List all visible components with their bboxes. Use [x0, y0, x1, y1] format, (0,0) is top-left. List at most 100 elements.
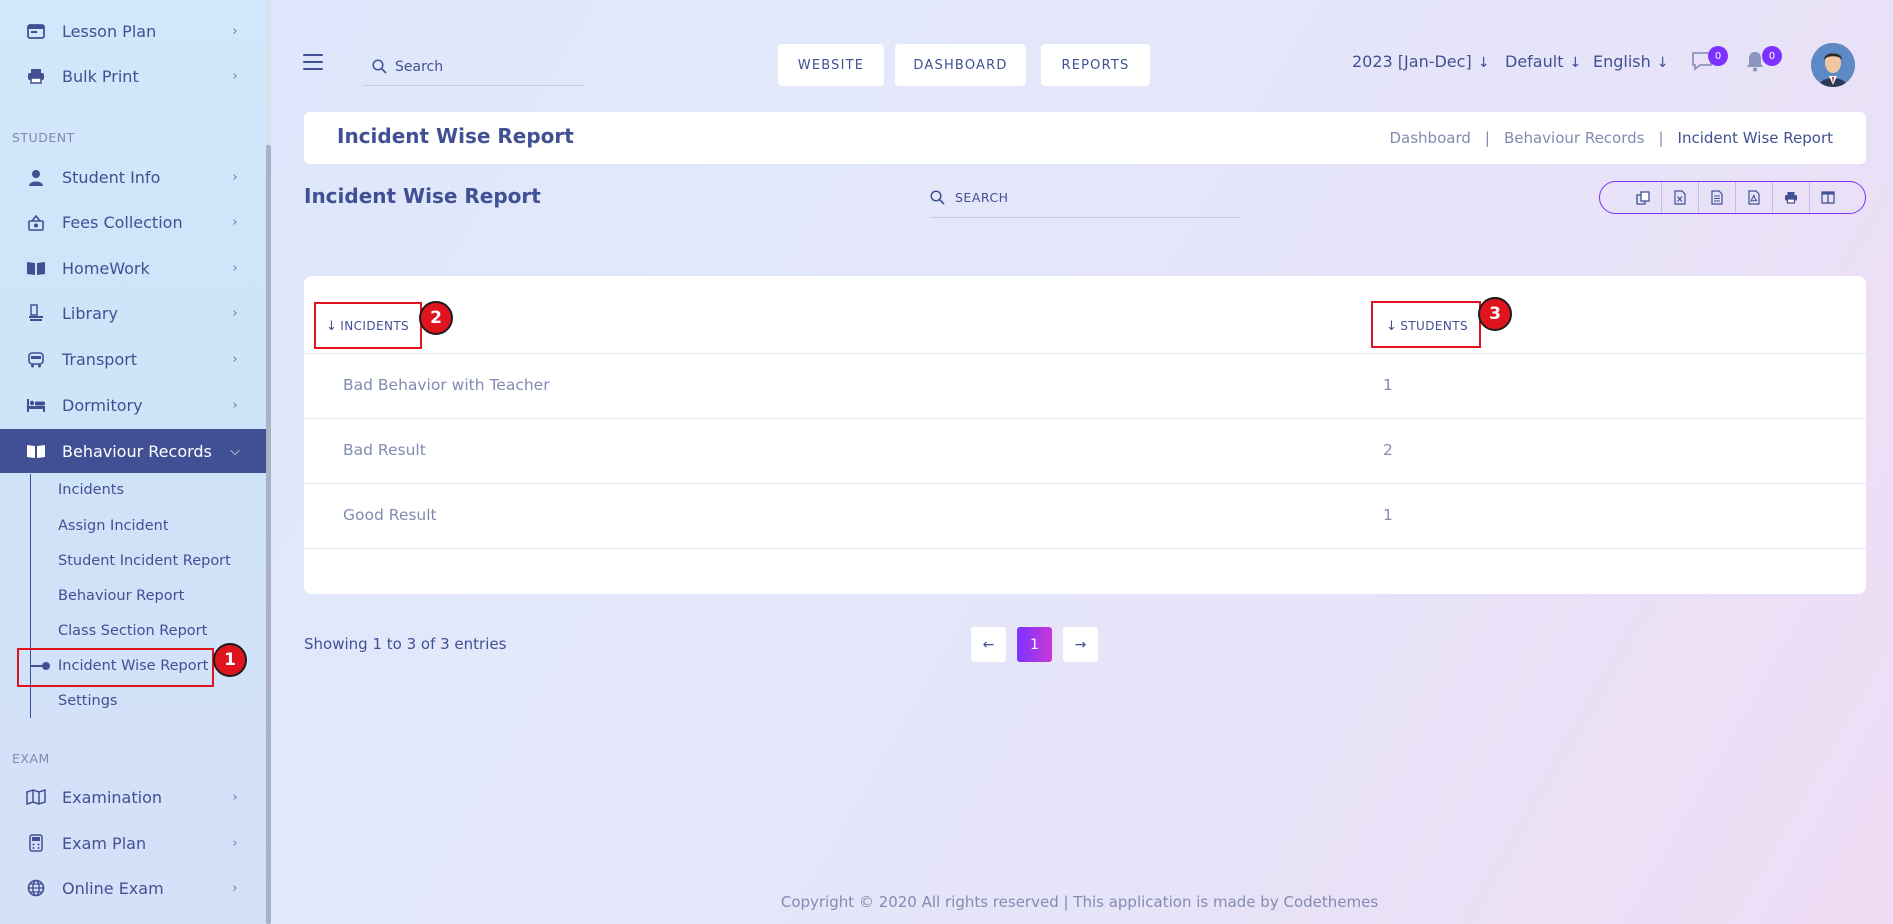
sidebar: Lesson Plan › Bulk Print › STUDENT Stude…: [0, 0, 266, 924]
submenu-item-settings[interactable]: Settings: [58, 693, 117, 709]
dashboard-button[interactable]: DASHBOARD: [895, 44, 1026, 86]
submenu-item-class-section-report[interactable]: Class Section Report: [58, 623, 207, 639]
submenu-item-assign-incident[interactable]: Assign Incident: [58, 518, 169, 534]
page-1-button[interactable]: 1: [1017, 627, 1052, 662]
sidebar-item-homework[interactable]: HomeWork ›: [0, 246, 266, 290]
hamburger-menu-icon[interactable]: [303, 54, 323, 70]
chevron-right-icon: ›: [232, 23, 238, 39]
sidebar-item-label: Student Info: [62, 167, 161, 187]
prev-page-button[interactable]: ←: [971, 627, 1006, 662]
export-button-group: [1599, 181, 1866, 214]
sidebar-item-label: Bulk Print: [62, 66, 139, 86]
sidebar-item-label: Behaviour Records: [62, 441, 212, 461]
csv-button[interactable]: [1698, 182, 1735, 213]
sidebar-item-label: Lesson Plan: [62, 21, 157, 41]
scrollbar-thumb[interactable]: [266, 145, 271, 924]
arrow-down-icon: ↓: [1569, 55, 1582, 71]
calendar-icon: [26, 21, 46, 41]
messages-button[interactable]: 0: [1690, 46, 1728, 76]
breadcrumb-separator: |: [1658, 129, 1664, 147]
page-title-card: Incident Wise Report Dashboard | Behavio…: [304, 112, 1866, 164]
table-search: [930, 178, 1240, 218]
section-label-student: STUDENT: [12, 130, 75, 145]
user-avatar[interactable]: [1811, 43, 1855, 87]
sidebar-item-lesson-plan[interactable]: Lesson Plan ›: [0, 9, 266, 53]
chevron-right-icon: ›: [232, 835, 238, 851]
submenu-tree-line: [30, 474, 31, 718]
printer-icon: [26, 66, 46, 86]
pagination-info: Showing 1 to 3 of 3 entries: [304, 635, 507, 653]
calculator-icon: [26, 833, 46, 853]
sidebar-item-fees-collection[interactable]: Fees Collection ›: [0, 200, 266, 244]
text-file-icon: [1711, 190, 1723, 205]
sidebar-item-label: Transport: [62, 349, 138, 369]
sidebar-item-exam-plan[interactable]: Exam Plan ›: [0, 821, 266, 865]
excel-file-icon: [1674, 190, 1686, 205]
sidebar-item-student-info[interactable]: Student Info ›: [0, 155, 266, 199]
website-button[interactable]: WEBSITE: [778, 44, 884, 86]
column-header-label: STUDENTS: [1400, 319, 1468, 333]
book-open-icon: [26, 441, 46, 461]
behaviour-submenu: Incidents Assign Incident Student Incide…: [0, 474, 266, 722]
section-title: Incident Wise Report: [304, 184, 541, 208]
submenu-item-incident-wise-report[interactable]: Incident Wise Report: [58, 658, 208, 674]
header-search-input[interactable]: [395, 58, 575, 75]
arrow-down-icon: ↓: [1477, 55, 1490, 71]
page-title: Incident Wise Report: [337, 124, 574, 148]
notifications-button[interactable]: 0: [1744, 46, 1782, 76]
copy-button[interactable]: [1624, 182, 1661, 213]
printer-icon: [1785, 192, 1797, 204]
next-page-button[interactable]: →: [1063, 627, 1098, 662]
submenu-item-incidents[interactable]: Incidents: [58, 482, 124, 498]
search-icon: [372, 59, 387, 74]
sidebar-item-dormitory[interactable]: Dormitory ›: [0, 383, 266, 427]
header-search: [362, 48, 584, 86]
sidebar-item-library[interactable]: Library ›: [0, 291, 266, 335]
sidebar-item-behaviour-records[interactable]: Behaviour Records ⌵: [0, 429, 266, 473]
arrow-down-icon: ↓: [1656, 55, 1669, 71]
breadcrumb: Dashboard | Behaviour Records | Incident…: [1389, 129, 1833, 147]
column-header-students[interactable]: ↓ STUDENTS: [1386, 319, 1468, 334]
chevron-right-icon: ›: [232, 351, 238, 367]
library-icon: [26, 303, 46, 323]
cell-students: 1: [1383, 506, 1393, 524]
sidebar-item-examination[interactable]: Examination ›: [0, 775, 266, 819]
sort-arrow-icon: ↓: [1386, 319, 1398, 334]
sidebar-item-label: Library: [62, 303, 118, 323]
sidebar-item-bulk-print[interactable]: Bulk Print ›: [0, 54, 266, 98]
breadcrumb-behaviour-records[interactable]: Behaviour Records: [1504, 129, 1645, 147]
breadcrumb-separator: |: [1484, 129, 1490, 147]
column-header-incidents[interactable]: ↓ INCIDENTS: [326, 319, 409, 334]
sidebar-item-label: HomeWork: [62, 258, 150, 278]
columns-icon: [1821, 191, 1835, 204]
sidebar-scrollbar[interactable]: [266, 0, 271, 924]
incident-table: ↓ INCIDENTS ↓ STUDENTS Bad Behavior with T…: [304, 276, 1866, 594]
table-search-input[interactable]: [955, 190, 1215, 205]
excel-button[interactable]: [1661, 182, 1698, 213]
chevron-right-icon: ›: [232, 397, 238, 413]
chevron-right-icon: ›: [232, 214, 238, 230]
search-icon: [930, 190, 945, 205]
reports-button[interactable]: REPORTS: [1041, 44, 1150, 86]
annotation-badge-3: 3: [1478, 297, 1512, 331]
column-visibility-button[interactable]: [1809, 182, 1846, 213]
annotation-badge-1: 1: [213, 643, 247, 677]
pdf-file-icon: [1748, 190, 1760, 205]
sidebar-item-transport[interactable]: Transport ›: [0, 337, 266, 381]
breadcrumb-current: Incident Wise Report: [1677, 129, 1833, 147]
language-select[interactable]: English ↓: [1593, 52, 1669, 71]
theme-select[interactable]: Default ↓: [1505, 52, 1581, 71]
column-header-label: INCIDENTS: [340, 319, 410, 333]
section-label-exam: EXAM: [12, 751, 50, 766]
breadcrumb-dashboard[interactable]: Dashboard: [1389, 129, 1470, 147]
session-select[interactable]: 2023 [Jan-Dec] ↓: [1352, 52, 1489, 71]
pdf-button[interactable]: [1735, 182, 1772, 213]
copy-icon: [1635, 190, 1650, 205]
notifications-badge: 0: [1762, 46, 1782, 66]
arrow-right-icon: →: [1074, 636, 1087, 653]
submenu-item-student-incident-report[interactable]: Student Incident Report: [58, 553, 231, 569]
bed-icon: [26, 395, 46, 415]
arrow-left-icon: ←: [982, 636, 995, 653]
submenu-item-behaviour-report[interactable]: Behaviour Report: [58, 588, 184, 604]
print-button[interactable]: [1772, 182, 1809, 213]
